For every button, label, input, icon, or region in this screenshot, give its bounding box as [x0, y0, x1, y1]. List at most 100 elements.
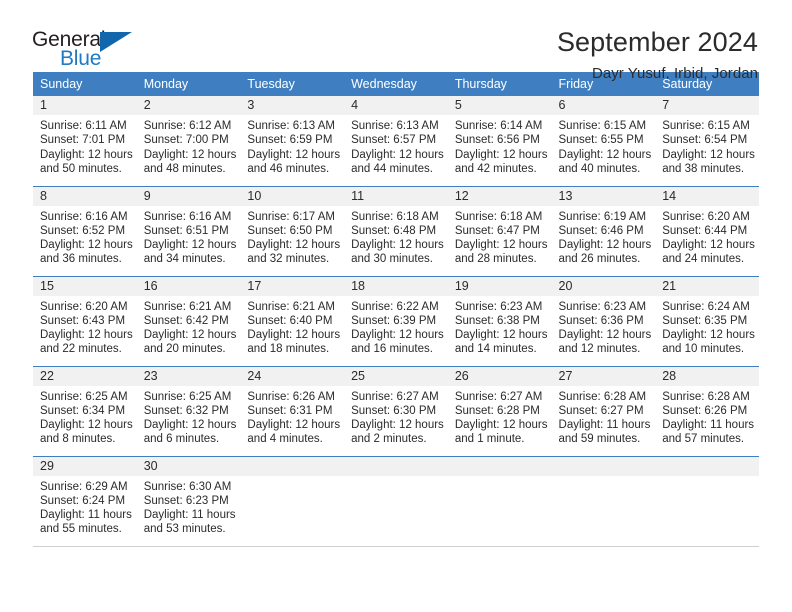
day-cell[interactable]: 10 Sunrise: 6:17 AM Sunset: 6:50 PM Dayligh… — [240, 185, 345, 276]
day-number: 8 — [33, 186, 137, 206]
day-cell[interactable]: 4 Sunrise: 6:13 AM Sunset: 6:57 PM Daylight… — [344, 96, 448, 186]
daylight-text-line1: Daylight: 12 hours — [40, 329, 133, 342]
day-cell[interactable]: 5 Sunrise: 6:14 AM Sunset: 6:56 PM Daylight… — [447, 96, 552, 186]
logo-triangle-icon — [100, 32, 132, 52]
calendar-container: Sunday Monday Tuesday Wednesday Thursday… — [0, 72, 792, 547]
day-number: 5 — [447, 96, 552, 115]
logo-text-blue: Blue — [60, 47, 102, 70]
sunrise-text: Sunrise: 6:27 AM — [454, 390, 543, 403]
day-cell[interactable]: 17 Sunrise: 6:21 AM Sunset: 6:40 PM Dayligh… — [240, 275, 345, 366]
daylight-text-line1: Daylight: 12 hours — [662, 239, 755, 252]
day-number: 11 — [344, 186, 448, 206]
daylight-text-line1: Daylight: 12 hours — [454, 148, 548, 161]
day-cell[interactable]: 22 Sunrise: 6:25 AM Sunset: 6:34 PM Dayligh… — [33, 365, 137, 456]
sunrise-text: Sunrise: 6:15 AM — [558, 120, 647, 132]
daylight-text-line2: and 16 minutes. — [351, 343, 433, 356]
daylight-text-line1: Daylight: 12 hours — [143, 329, 237, 342]
day-cell[interactable]: 27 Sunrise: 6:28 AM Sunset: 6:27 PM Dayligh… — [551, 365, 656, 456]
day-cell[interactable]: 6 Sunrise: 6:15 AM Sunset: 6:55 PM Daylight… — [551, 96, 656, 186]
day-number: 4 — [344, 96, 448, 115]
day-details: Sunrise: 6:18 AM Sunset: 6:47 PM Daylight:… — [448, 206, 552, 267]
day-cell[interactable]: 16 Sunrise: 6:21 AM Sunset: 6:42 PM Dayligh… — [136, 275, 241, 366]
daylight-text-line2: and 48 minutes. — [143, 162, 226, 175]
day-cell[interactable]: 15 Sunrise: 6:20 AM Sunset: 6:43 PM Dayligh… — [33, 275, 137, 366]
day-number: 29 — [33, 456, 137, 476]
day-cell[interactable]: 18 Sunrise: 6:22 AM Sunset: 6:39 PM Dayligh… — [344, 275, 448, 366]
day-cell[interactable]: 19 Sunrise: 6:23 AM Sunset: 6:38 PM Dayligh… — [447, 275, 552, 366]
sunrise-text: Sunrise: 6:20 AM — [662, 210, 750, 223]
sunset-text: Sunset: 6:46 PM — [558, 224, 644, 237]
daylight-text-line1: Daylight: 12 hours — [247, 239, 341, 252]
day-number — [551, 456, 656, 476]
daylight-text-line2: and 59 minutes. — [558, 433, 641, 446]
daylight-text-line1: Daylight: 11 hours — [662, 419, 755, 432]
day-cell[interactable]: 24 Sunrise: 6:26 AM Sunset: 6:31 PM Dayligh… — [240, 365, 345, 456]
sunset-text: Sunset: 6:59 PM — [247, 134, 333, 147]
day-details: Sunrise: 6:20 AM Sunset: 6:43 PM Daylight:… — [33, 296, 137, 357]
sunset-text: Sunset: 7:01 PM — [40, 134, 126, 147]
day-cell[interactable]: 12 Sunrise: 6:18 AM Sunset: 6:47 PM Dayligh… — [447, 185, 552, 276]
weekday-header-sunday: Sunday — [33, 72, 137, 96]
sunset-text: Sunset: 6:26 PM — [662, 404, 748, 417]
daylight-text-line2: and 38 minutes. — [662, 162, 745, 175]
day-cell-empty — [655, 455, 759, 547]
day-number: 28 — [655, 366, 759, 386]
daylight-text-line2: and 30 minutes. — [351, 253, 433, 266]
day-number: 1 — [33, 96, 137, 115]
day-details: Sunrise: 6:15 AM Sunset: 6:54 PM Daylight:… — [655, 115, 759, 176]
sunset-text: Sunset: 6:35 PM — [662, 314, 748, 327]
sunrise-text: Sunrise: 6:29 AM — [40, 480, 128, 493]
daylight-text-line1: Daylight: 12 hours — [558, 148, 652, 161]
day-cell[interactable]: 28 Sunrise: 6:28 AM Sunset: 6:26 PM Dayligh… — [655, 365, 759, 456]
weekday-header-wednesday: Wednesday — [344, 72, 448, 96]
daylight-text-line2: and 50 minutes. — [40, 162, 122, 175]
day-cell[interactable]: 9 Sunrise: 6:16 AM Sunset: 6:51 PM Daylight… — [136, 185, 241, 276]
day-cell[interactable]: 23 Sunrise: 6:25 AM Sunset: 6:32 PM Dayligh… — [136, 365, 241, 456]
sunrise-text: Sunrise: 6:27 AM — [351, 390, 439, 403]
daylight-text-line2: and 32 minutes. — [247, 253, 330, 266]
sunrise-text: Sunrise: 6:26 AM — [247, 390, 335, 403]
page-header: General Blue September 2024 Dayr Yusuf, … — [0, 0, 792, 83]
sunrise-text: Sunrise: 6:23 AM — [558, 300, 647, 313]
day-number: 12 — [447, 186, 552, 206]
day-number: 9 — [136, 186, 241, 206]
day-cell[interactable]: 25 Sunrise: 6:27 AM Sunset: 6:30 PM Dayligh… — [344, 365, 448, 456]
day-cell[interactable]: 14 Sunrise: 6:20 AM Sunset: 6:44 PM Dayligh… — [655, 185, 759, 276]
sunset-text: Sunset: 6:55 PM — [558, 134, 644, 147]
calendar-week-row: 8 Sunrise: 6:16 AM Sunset: 6:52 PM Daylight… — [33, 185, 759, 276]
sunrise-text: Sunrise: 6:12 AM — [143, 120, 232, 132]
daylight-text-line1: Daylight: 12 hours — [351, 239, 444, 252]
calendar-week-row: 22 Sunrise: 6:25 AM Sunset: 6:34 PM Dayligh… — [33, 365, 759, 456]
daylight-text-line2: and 40 minutes. — [558, 162, 641, 175]
generalblue-logo: General Blue — [32, 28, 144, 74]
daylight-text-line1: Daylight: 12 hours — [351, 148, 444, 161]
day-cell[interactable]: 26 Sunrise: 6:27 AM Sunset: 6:28 PM Dayligh… — [447, 365, 552, 456]
day-cell[interactable]: 11 Sunrise: 6:18 AM Sunset: 6:48 PM Dayligh… — [344, 185, 448, 276]
sunset-text: Sunset: 6:50 PM — [247, 224, 333, 237]
day-details: Sunrise: 6:16 AM Sunset: 6:52 PM Daylight:… — [33, 206, 137, 267]
daylight-text-line2: and 36 minutes. — [40, 253, 122, 266]
day-number: 10 — [240, 186, 345, 206]
day-cell[interactable]: 13 Sunrise: 6:19 AM Sunset: 6:46 PM Dayligh… — [551, 185, 656, 276]
sunrise-text: Sunrise: 6:28 AM — [558, 390, 647, 403]
daylight-text-line2: and 26 minutes. — [558, 253, 641, 266]
sunset-text: Sunset: 6:27 PM — [558, 404, 644, 417]
sunset-text: Sunset: 6:28 PM — [454, 404, 540, 417]
day-cell[interactable]: 1 Sunrise: 6:11 AM Sunset: 7:01 PM Daylight… — [33, 96, 137, 186]
day-cell[interactable]: 30 Sunrise: 6:30 AM Sunset: 6:23 PM Dayligh… — [136, 455, 241, 547]
daylight-text-line1: Daylight: 12 hours — [662, 148, 755, 161]
daylight-text-line2: and 10 minutes. — [662, 343, 745, 356]
sunset-text: Sunset: 6:54 PM — [662, 134, 748, 147]
day-cell[interactable]: 20 Sunrise: 6:23 AM Sunset: 6:36 PM Dayligh… — [551, 275, 656, 366]
day-cell[interactable]: 21 Sunrise: 6:24 AM Sunset: 6:35 PM Dayligh… — [655, 275, 759, 366]
day-cell[interactable]: 29 Sunrise: 6:29 AM Sunset: 6:24 PM Dayligh… — [33, 455, 137, 547]
day-number: 15 — [33, 276, 137, 296]
day-cell[interactable]: 8 Sunrise: 6:16 AM Sunset: 6:52 PM Daylight… — [33, 185, 137, 276]
daylight-text-line1: Daylight: 12 hours — [454, 329, 548, 342]
day-cell[interactable]: 2 Sunrise: 6:12 AM Sunset: 7:00 PM Daylight… — [136, 96, 241, 186]
day-cell[interactable]: 3 Sunrise: 6:13 AM Sunset: 6:59 PM Daylight… — [240, 96, 345, 186]
day-cell[interactable]: 7 Sunrise: 6:15 AM Sunset: 6:54 PM Daylight… — [655, 96, 759, 186]
day-number: 6 — [551, 96, 656, 115]
day-number: 13 — [551, 186, 656, 206]
day-details: Sunrise: 6:23 AM Sunset: 6:36 PM Daylight:… — [552, 296, 656, 357]
